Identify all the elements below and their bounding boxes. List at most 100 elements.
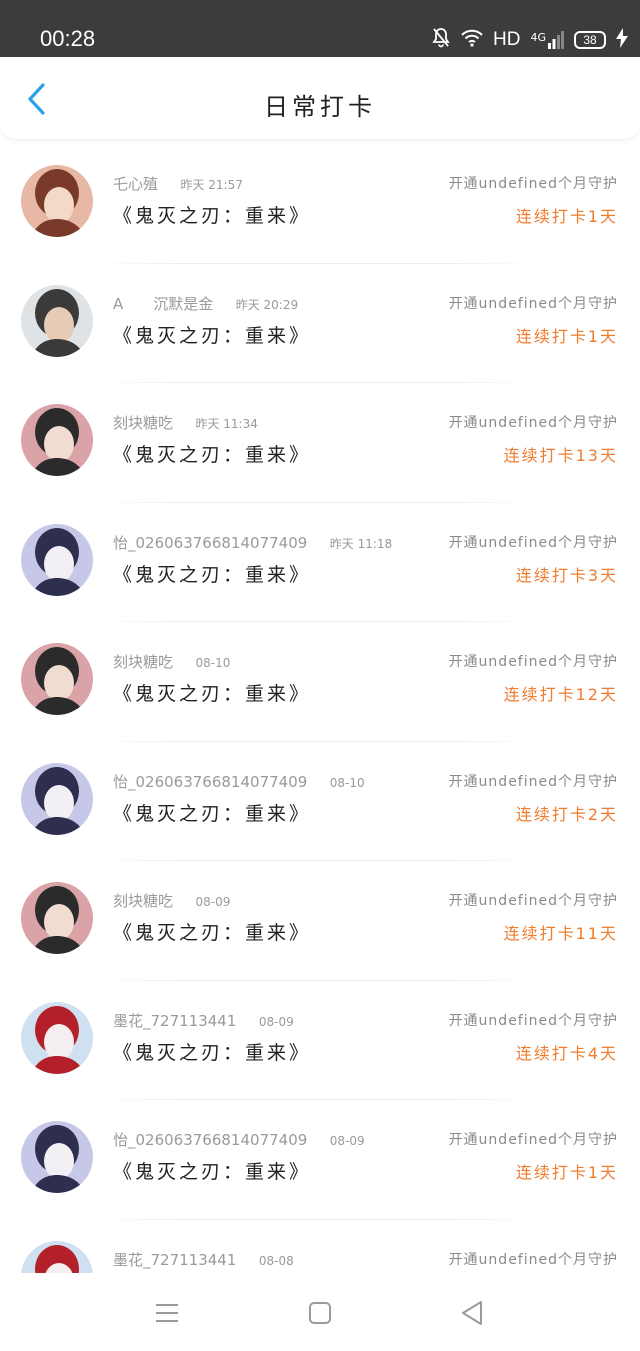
streak-text: 连续打卡11天 [503,924,618,943]
divider [96,1218,536,1220]
work-title: 《鬼灭之刃：重来》 [113,922,312,944]
guard-text: 开通undefined个月守护 [448,773,618,790]
work-title: 《鬼灭之刃：重来》 [113,1161,312,1183]
avatar-image [21,1001,93,1074]
avatar-image [21,165,93,237]
timestamp: 08-08 [258,1253,294,1268]
streak-text: 连续打卡4天 [515,1043,618,1063]
network-label: HD [493,29,521,50]
guard-text: 开通undefined个月守护 [448,1012,618,1029]
header: 日常打卡 [0,57,640,139]
list-item[interactable]: 怡_026063766814077409 08-09 《鬼灭之刃：重来》 开通u… [0,1099,640,1219]
list-item[interactable]: 刻块糖吃 昨天 11:34 《鬼灭之刃：重来》 开通undefined个月守护 … [0,382,640,502]
guard-text: 开通undefined个月守护 [448,1132,618,1148]
avatar[interactable] [21,165,93,237]
divider [96,740,536,742]
list-item[interactable]: 墨花_727113441 08-09 《鬼灭之刃：重来》 开通undefined… [0,979,640,1100]
item-meta: 怡_026063766814077409 08-10 [113,771,365,792]
streak-text: 连续打卡3天 [515,565,618,585]
item-meta: 乇心殖 昨天 21:57 [113,173,243,194]
guard-text: 开通undefined个月守护 [448,295,618,312]
avatar[interactable] [21,1001,93,1074]
home-button[interactable] [300,1293,340,1333]
list-item[interactable]: 乇心殖 昨天 21:57 《鬼灭之刃：重来》 开通undefined个月守护 连… [0,143,640,263]
wifi-icon [461,29,483,51]
status-bar: 00:28 HD 4G 38 [0,0,640,57]
nav-back-button[interactable] [452,1293,492,1333]
work-title: 《鬼灭之刃：重来》 [113,1041,312,1064]
avatar[interactable] [21,1121,93,1193]
streak-text: 连续打卡1天 [515,1163,618,1182]
list-item[interactable]: 墨花_727113441 08-08 开通undefined个月守护 [0,1218,640,1273]
item-meta: 怡_026063766814077409 08-09 [113,1129,365,1150]
timestamp: 08-10 [195,656,231,670]
bell-off-icon [431,27,451,53]
streak-text: 连续打卡2天 [515,804,618,824]
guard-text: 开通undefined个月守护 [448,654,618,670]
avatar[interactable] [21,1240,93,1273]
divider [96,382,536,383]
work-title: 《鬼灭之刃：重来》 [113,324,312,347]
username[interactable]: 刻块糖吃 [113,414,173,432]
avatar-image [21,1121,93,1193]
divider [96,1099,536,1100]
work-title: 《鬼灭之刃：重来》 [113,444,312,466]
avatar-image [21,643,93,715]
work-title: 《鬼灭之刃：重来》 [113,802,312,825]
item-meta: 刻块糖吃 08-09 [113,890,230,911]
username[interactable]: 刻块糖吃 [113,653,173,671]
work-title: 《鬼灭之刃：重来》 [113,563,312,586]
username[interactable]: 乇心殖 [113,175,158,193]
item-meta: 刻块糖吃 昨天 11:34 [113,412,258,433]
username[interactable]: 墨花_727113441 [113,1012,236,1030]
username[interactable]: 怡_026063766814077409 [113,1131,307,1149]
avatar[interactable] [21,643,93,715]
username[interactable]: 怡_026063766814077409 [113,534,307,552]
timestamp: 08-09 [258,1014,294,1029]
avatar-image [21,882,93,954]
item-meta: 刻块糖吃 08-10 [113,651,230,672]
checkin-list: 乇心殖 昨天 21:57 《鬼灭之刃：重来》 开通undefined个月守护 连… [0,143,640,1273]
avatar[interactable] [21,882,93,954]
avatar[interactable] [21,404,93,476]
avatar[interactable] [21,284,93,357]
streak-text: 连续打卡13天 [503,446,618,465]
work-title: 《鬼灭之刃：重来》 [113,205,312,227]
item-meta: 怡_026063766814077409 昨天 11:18 [113,532,392,553]
username[interactable]: A 沉默是金 [113,295,213,313]
avatar-image [21,1240,93,1273]
item-meta: 墨花_727113441 08-09 [113,1010,294,1031]
list-item[interactable]: 怡_026063766814077409 昨天 11:18 《鬼灭之刃：重来》 … [0,501,640,622]
avatar[interactable] [21,762,93,835]
menu-icon [156,1304,178,1322]
system-nav-bar [0,1273,640,1351]
battery-icon: 38 [574,31,606,49]
list-item[interactable]: 怡_026063766814077409 08-10 《鬼灭之刃：重来》 开通u… [0,740,640,861]
guard-text: 开通undefined个月守护 [448,415,618,431]
guard-text: 开通undefined个月守护 [448,893,618,909]
timestamp: 08-10 [329,775,365,790]
guard-text: 开通undefined个月守护 [448,1251,618,1268]
avatar-image [21,404,93,476]
divider [96,621,536,622]
username[interactable]: 怡_026063766814077409 [113,773,307,791]
list-item[interactable]: 刻块糖吃 08-09 《鬼灭之刃：重来》 开通undefined个月守护 连续打… [0,860,640,980]
username[interactable]: 刻块糖吃 [113,892,173,910]
avatar-image [21,762,93,835]
charging-icon [616,28,628,52]
list-item[interactable]: 刻块糖吃 08-10 《鬼灭之刃：重来》 开通undefined个月守护 连续打… [0,621,640,741]
status-icons: HD 4G 38 [431,26,628,54]
timestamp: 昨天 21:57 [180,178,243,192]
guard-text: 开通undefined个月守护 [448,534,618,551]
guard-text: 开通undefined个月守护 [448,176,618,192]
username[interactable]: 墨花_727113441 [113,1251,236,1269]
home-square-icon [309,1302,331,1324]
avatar-image [21,284,93,357]
divider [96,860,536,861]
back-triangle-icon [462,1301,482,1325]
menu-button[interactable] [147,1293,187,1333]
streak-text: 连续打卡1天 [515,207,618,226]
avatar[interactable] [21,523,93,596]
timestamp: 昨天 11:18 [329,536,393,551]
list-item[interactable]: A 沉默是金 昨天 20:29 《鬼灭之刃：重来》 开通undefined个月守… [0,262,640,383]
